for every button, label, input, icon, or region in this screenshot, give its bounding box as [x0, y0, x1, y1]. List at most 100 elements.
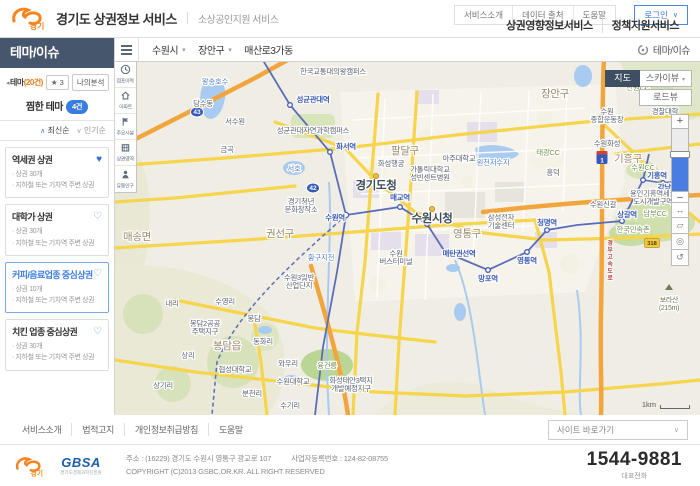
- skyview-button[interactable]: 스카이뷰▾: [640, 70, 692, 87]
- theme-card-desc: 지하철 또는 기차역 주변 상권: [12, 238, 102, 249]
- map-label: 청명역: [537, 217, 557, 227]
- site-shortcut-select[interactable]: 사이트 바로가기 ∨: [548, 420, 688, 440]
- map-label: 아주대학교: [443, 153, 476, 163]
- distance-tool[interactable]: ↔: [671, 202, 689, 218]
- star-icon: ★: [51, 78, 58, 87]
- roadview-button[interactable]: 로드뷰: [639, 89, 692, 106]
- map-label: 성균관대역: [297, 94, 330, 104]
- map-canvas[interactable]: 14243318 한국교통대의왕캠퍼스왕송호수당수동서수원금곡성균관대역장안구수…: [115, 62, 700, 415]
- phone-box: 1544-9881 대표전화: [587, 450, 686, 481]
- map-label: 화서역: [336, 141, 356, 151]
- tool-apartment[interactable]: 아파트: [115, 88, 136, 114]
- footer-address: 주소 : (16229) 경기도 수원시 영통구 광교로 107 사업자등록번호…: [126, 453, 388, 479]
- tool-population[interactable]: 유동인구: [115, 166, 136, 192]
- zoom-slider-handle[interactable]: [670, 151, 690, 158]
- chevron-down-icon: ▾: [682, 77, 685, 83]
- zoom-slider[interactable]: [671, 129, 689, 191]
- map-label: 수영리: [215, 296, 235, 306]
- map-label: 영통구: [453, 228, 482, 240]
- map-label: 분천리: [242, 388, 262, 398]
- map-label: 매교역: [390, 192, 410, 202]
- my-analysis-button[interactable]: 나의분석: [72, 74, 110, 91]
- footer-link[interactable]: 도움말: [208, 423, 253, 436]
- triangle-left-icon: ◂: [6, 80, 9, 87]
- tool-label: 상권영역: [117, 155, 134, 163]
- gbsa-subtitle: 경기도경제과학진흥원: [60, 469, 101, 475]
- map-tool-strip: 점포이력 아파트 주요시설 상권영역 유동인구: [115, 62, 137, 193]
- footer-link[interactable]: 법적고지: [71, 423, 124, 436]
- header: 경기 경기도 상권정보 서비스 소상공인지원 서비스 서비스소개데이터 출처도움…: [0, 0, 700, 38]
- map-label: 삼성전자기술센터: [488, 212, 515, 230]
- map-label: 흥덕: [546, 167, 559, 177]
- map-label: 당수동: [193, 98, 213, 108]
- menu-icon[interactable]: [115, 38, 139, 62]
- map-label: 수원3일반산업단지: [284, 273, 315, 290]
- favorites-row[interactable]: 찜한 테마4건: [0, 96, 114, 120]
- map-label: 용인기흥역세권도시개발구역: [630, 188, 677, 206]
- global-nav-item[interactable]: 상권영향정보서비스: [497, 17, 602, 33]
- footer-link[interactable]: 서비스소개: [12, 423, 71, 436]
- map-label: 금곡: [220, 145, 234, 154]
- heart-icon[interactable]: ♡: [93, 269, 102, 279]
- home-icon: [120, 90, 131, 101]
- map-label: 매탄권선역: [443, 248, 476, 258]
- app-title: 경기도 상권정보 서비스: [56, 9, 177, 28]
- global-nav-item[interactable]: 정책지원서비스: [602, 17, 688, 33]
- zoom-control: + −: [671, 114, 689, 206]
- building-icon: [120, 142, 131, 153]
- favorite-count-button[interactable]: ★ 3: [46, 75, 69, 90]
- map-label: 내리: [165, 299, 178, 308]
- heart-icon[interactable]: ♡: [93, 212, 102, 222]
- theme-card[interactable]: 커피/음료업종 중심상권 ♡ 상권 10개 지하철 또는 기차역 주변 상권: [5, 262, 109, 313]
- brand[interactable]: 경기 경기도 상권정보 서비스 소상공인지원 서비스: [10, 4, 278, 32]
- theme-card-title: 대학가 상권: [12, 210, 52, 223]
- theme-circle-icon: [637, 44, 649, 56]
- map-label: 화성태안3택지개발예정지구: [329, 375, 372, 393]
- address-text: 주소 : (16229) 경기도 수원시 영통구 광교로 107: [126, 454, 271, 463]
- theme-card-title: 커피/음료업종 중심상권: [12, 268, 93, 281]
- map-section: 수원시▾ 장안구▾ 매산로3가동 테마/이슈: [115, 38, 700, 415]
- tool-facilities[interactable]: 주요시설: [115, 114, 136, 140]
- tool-trade-area[interactable]: 상권영역: [115, 140, 136, 166]
- region-select-dong[interactable]: 매산로3가동: [244, 42, 293, 57]
- phone-label: 대표전화: [587, 471, 682, 481]
- map-body: 14243318 한국교통대의왕캠퍼스왕송호수당수동서수원금곡성균관대역장안구수…: [115, 62, 700, 415]
- radius-tool[interactable]: ◎: [671, 234, 689, 250]
- road-shield: 318: [647, 241, 657, 247]
- reset-tool[interactable]: ↺: [671, 250, 689, 266]
- map-label: 남부CC: [643, 209, 667, 218]
- tool-store-history[interactable]: 점포이력: [115, 62, 136, 88]
- theme-count[interactable]: ◂테마(20건): [6, 77, 43, 88]
- zoom-in-button[interactable]: +: [671, 114, 689, 129]
- map-label: 동화리: [253, 337, 273, 346]
- region-select-city[interactable]: 수원시▾: [152, 42, 185, 57]
- theme-card-count: 상권 30개: [12, 226, 102, 237]
- flag-icon: [120, 116, 131, 127]
- tool-label: 주요시설: [117, 129, 134, 137]
- footer-links: 서비스소개법적고지개인정보취급방침도움말 사이트 바로가기 ∨: [0, 415, 700, 445]
- theme-card[interactable]: 대학가 상권 ♡ 상권 30개 지하철 또는 기차역 주변 상권: [5, 204, 109, 255]
- tool-label: 유동인구: [117, 181, 134, 189]
- theme-card[interactable]: 치킨 업종 중심상권 ♡ 상권 30개 지하철 또는 기차역 주변 상권: [5, 319, 109, 370]
- tool-label: 아파트: [119, 103, 132, 111]
- sort-latest[interactable]: ∧ 최신순: [40, 126, 69, 135]
- map-label: 수원화성: [594, 139, 620, 148]
- footer-link[interactable]: 개인정보취급방침: [124, 423, 208, 436]
- sort-popular[interactable]: ∨ 인기순: [77, 126, 106, 135]
- heart-icon[interactable]: ♥: [96, 155, 102, 165]
- area-tool[interactable]: ▱: [671, 218, 689, 234]
- theme-issue-button[interactable]: 테마/이슈: [637, 42, 690, 57]
- map-label: 경기도청: [355, 178, 396, 192]
- theme-card[interactable]: 역세권 상권 ♥ 상권 30개 지하철 또는 기차역 주변 상권: [5, 147, 109, 198]
- heart-icon[interactable]: ♡: [93, 327, 102, 337]
- gbsa-wordmark: GBSA: [58, 456, 104, 469]
- region-select-gu[interactable]: 장안구▾: [198, 42, 231, 57]
- favorites-label: 찜한 테마: [26, 102, 63, 113]
- map-label: 태광CC: [536, 147, 560, 157]
- map-label: 봉담2공공주택지구: [190, 318, 221, 336]
- map-view-button[interactable]: 지도: [605, 70, 640, 87]
- theme-card-list: 역세권 상권 ♥ 상권 30개 지하철 또는 기차역 주변 상권 대학가 상권 …: [0, 141, 114, 383]
- sidebar: 테마/이슈 ◂테마(20건) ★ 3 나의분석 찜한 테마4건 ∧ 최신순∨ 인…: [0, 38, 115, 415]
- theme-card-count: 상권 30개: [12, 341, 102, 352]
- map-label: 서수원: [225, 117, 245, 126]
